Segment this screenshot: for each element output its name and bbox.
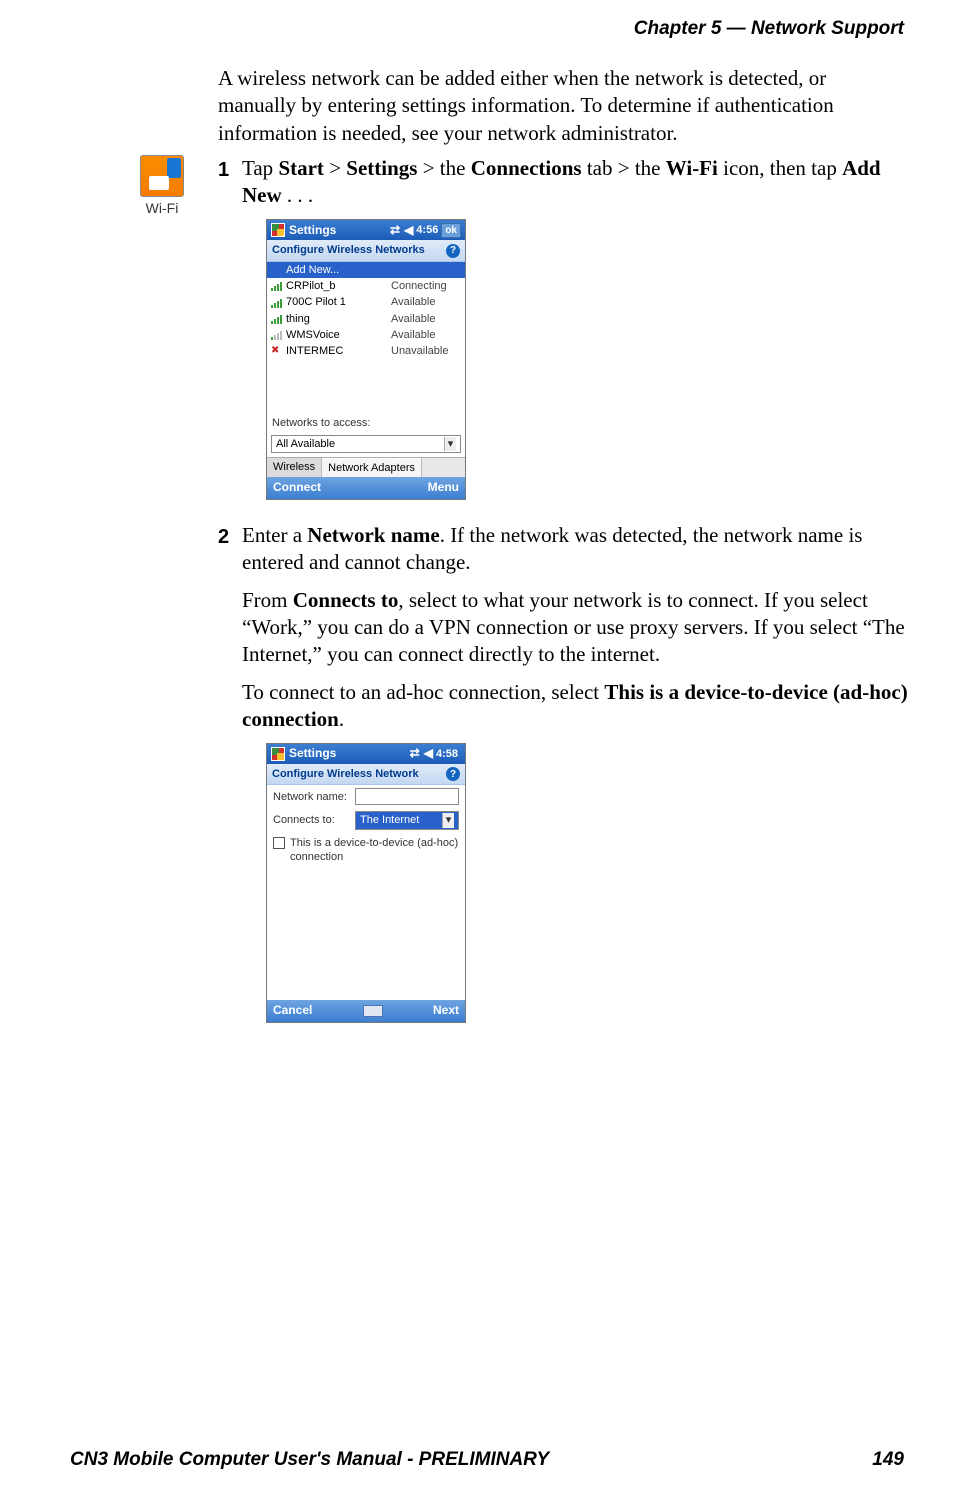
help-icon[interactable]: ? [446, 244, 460, 258]
unavailable-icon: ✖ [271, 346, 283, 356]
step-body: Tap Start > Settings > the Connections t… [242, 155, 908, 518]
network-list: Add New... CRPilot_b Connecting 700C Pil… [267, 262, 465, 410]
subheader: Configure Wireless Network ? [267, 764, 465, 785]
chevron-down-icon: ▾ [444, 437, 456, 451]
next-button[interactable]: Next [433, 1003, 459, 1019]
step-1-text: Tap Start > Settings > the Connections t… [242, 155, 908, 210]
step-number: 1 [218, 157, 242, 183]
content-body: A wireless network can be added either w… [218, 65, 908, 1041]
ppc-titlebar: Settings ⇄ ◀ 4:58 [267, 744, 465, 764]
adhoc-checkbox-row[interactable]: This is a device-to-device (ad-hoc) conn… [267, 833, 465, 871]
step-1: 1 Tap Start > Settings > the Connections… [218, 155, 908, 518]
network-name-row: Network name: [267, 785, 465, 808]
screenshot-configure-network: Settings ⇄ ◀ 4:58 Configure Wireless Net… [266, 743, 466, 1023]
clock: 4:56 [416, 223, 438, 237]
signal-icon: ⇄ [390, 223, 400, 239]
clock: 4:58 [436, 747, 458, 761]
connects-to-label: Connects to: [273, 813, 351, 827]
list-item[interactable]: 700C Pilot 1 Available [267, 294, 465, 310]
list-item[interactable]: WMSVoice Available [267, 327, 465, 343]
step-2-p1: Enter a Network name. If the network was… [242, 522, 908, 577]
connects-to-dropdown[interactable]: The Internet ▾ [355, 811, 459, 829]
subheader: Configure Wireless Networks ? [267, 240, 465, 261]
connects-to-row: Connects to: The Internet ▾ [267, 808, 465, 832]
connect-button[interactable]: Connect [273, 480, 321, 496]
titlebar-text: Settings [289, 746, 410, 762]
page-number: 149 [872, 1449, 904, 1471]
manual-title: CN3 Mobile Computer User's Manual - PREL… [70, 1449, 549, 1471]
subheader-text: Configure Wireless Networks [272, 243, 425, 257]
help-icon[interactable]: ? [446, 767, 460, 781]
network-name-input[interactable] [355, 788, 459, 805]
screenshot-wireless-networks: Settings ⇄ ◀ 4:56 ok Configure Wireless … [266, 219, 466, 500]
keyboard-icon[interactable] [363, 1005, 383, 1017]
cancel-button[interactable]: Cancel [273, 1003, 312, 1019]
step-2: 2 Enter a Network name. If the network w… [218, 522, 908, 1041]
signal-icon [271, 298, 283, 308]
ppc-footer: Connect Menu [267, 477, 465, 499]
page-footer: CN3 Mobile Computer User's Manual - PREL… [70, 1449, 904, 1471]
step-2-p3: To connect to an ad-hoc connection, sele… [242, 679, 908, 734]
list-item[interactable]: thing Available [267, 311, 465, 327]
signal-icon [271, 314, 283, 324]
signal-icon: ⇄ [410, 746, 420, 762]
signal-icon [271, 281, 283, 291]
ok-button[interactable]: ok [441, 223, 461, 238]
adhoc-checkbox[interactable] [273, 837, 285, 849]
wifi-icon [140, 155, 184, 197]
list-item[interactable]: CRPilot_b Connecting [267, 278, 465, 294]
intro-paragraph: A wireless network can be added either w… [218, 65, 908, 147]
volume-icon: ◀ [424, 746, 433, 762]
tab-strip: Wireless Network Adapters [267, 457, 465, 477]
access-label: Networks to access: [267, 410, 465, 433]
signal-icon [271, 330, 283, 340]
start-flag-icon[interactable] [271, 223, 285, 237]
list-item-add-new[interactable]: Add New... [267, 262, 465, 278]
access-dropdown[interactable]: All Available ▾ [271, 435, 461, 453]
menu-button[interactable]: Menu [428, 480, 459, 496]
start-flag-icon[interactable] [271, 747, 285, 761]
tab-network-adapters[interactable]: Network Adapters [322, 458, 422, 477]
step-body: Enter a Network name. If the network was… [242, 522, 908, 1041]
subheader-text: Configure Wireless Network [272, 767, 419, 781]
wifi-icon-label: Wi-Fi [140, 200, 184, 216]
empty-space [267, 870, 465, 1000]
step-2-p2: From Connects to, select to what your ne… [242, 587, 908, 669]
adhoc-label: This is a device-to-device (ad-hoc) conn… [290, 836, 459, 865]
chevron-down-icon: ▾ [442, 813, 454, 827]
page-header: Chapter 5 — Network Support [634, 18, 904, 40]
network-name-label: Network name: [273, 790, 351, 804]
list-item[interactable]: ✖ INTERMEC Unavailable [267, 343, 465, 359]
titlebar-text: Settings [289, 223, 390, 239]
step-number: 2 [218, 524, 242, 550]
wifi-margin-icon-block: Wi-Fi [140, 155, 184, 216]
tab-wireless[interactable]: Wireless [267, 458, 322, 477]
volume-icon: ◀ [404, 223, 413, 239]
ppc-titlebar: Settings ⇄ ◀ 4:56 ok [267, 220, 465, 240]
ppc-footer: Cancel Next [267, 1000, 465, 1022]
